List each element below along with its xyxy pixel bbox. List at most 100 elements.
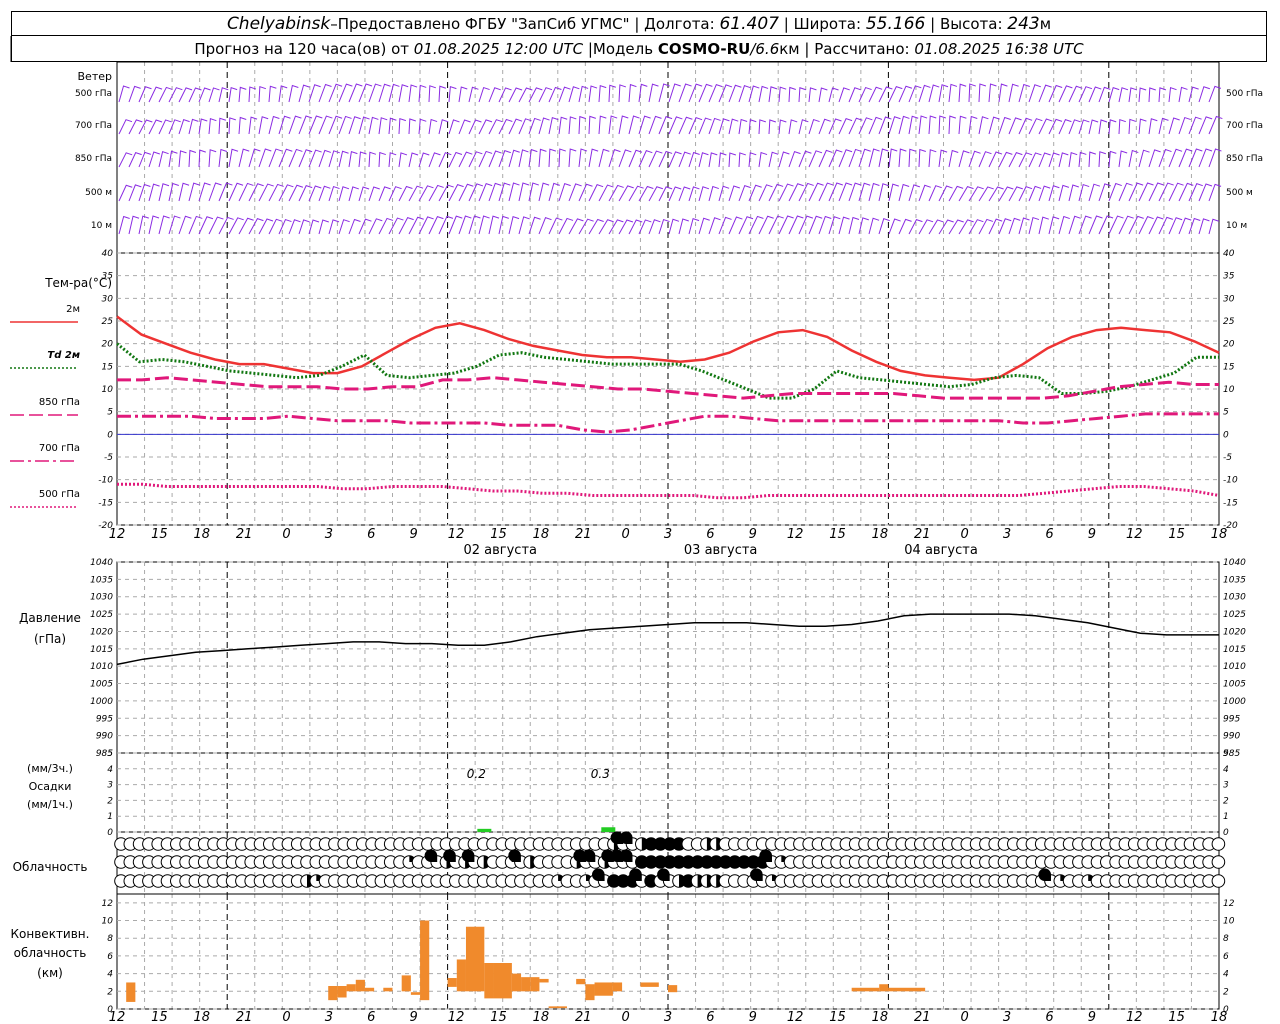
legend-t700: 700 гПа xyxy=(39,443,80,454)
wind-barb xyxy=(1118,87,1129,103)
temp-x-tick: 15 xyxy=(490,527,507,542)
cloud-three-quarter xyxy=(619,849,633,862)
wind-barb xyxy=(598,148,610,168)
wind-barb xyxy=(328,185,340,202)
conv-bar xyxy=(548,1006,567,1009)
wind-barb xyxy=(908,184,921,202)
conv-ylabel-1: Конвективн. xyxy=(11,927,90,941)
temp-tick-left: 15 xyxy=(102,362,114,372)
wind-barb xyxy=(428,152,441,168)
wind-barb xyxy=(1128,87,1138,103)
wind-barb xyxy=(428,184,444,202)
precip-tick-right: 5 xyxy=(1223,749,1229,759)
precip-ylabel-top: (мм/3ч.) xyxy=(27,762,73,775)
wind-barb xyxy=(1018,217,1030,235)
temp-tick-right: 20 xyxy=(1223,340,1235,350)
temp-tick-right: -15 xyxy=(1223,498,1238,508)
wind-barb xyxy=(878,183,890,202)
wind-barb xyxy=(728,152,737,168)
wind-barb xyxy=(928,219,944,235)
temp-x-tick: 0 xyxy=(621,527,629,542)
pressure-tick-right: 1020 xyxy=(1223,627,1246,637)
wind-barb xyxy=(558,217,574,235)
wind-barb xyxy=(148,215,160,235)
wind-barb xyxy=(948,83,958,103)
wind-barb xyxy=(1118,215,1134,235)
wind-barb xyxy=(128,215,140,235)
wind-barb xyxy=(408,216,424,235)
wind-barb xyxy=(258,85,267,103)
wind-barb xyxy=(488,215,500,235)
wind-barb xyxy=(988,186,1004,202)
wind-barb xyxy=(478,215,490,235)
conv-bar xyxy=(576,978,586,985)
wind-barb xyxy=(238,86,247,103)
wind-barb xyxy=(998,186,1014,202)
conv-x-tick: 0 xyxy=(621,1010,629,1024)
wind-barb xyxy=(198,118,208,135)
wind-barb xyxy=(208,87,220,103)
conv-x-tick: 0 xyxy=(961,1010,969,1024)
wind-barb xyxy=(708,117,721,135)
wind-barb xyxy=(978,83,987,103)
wind-barb xyxy=(1068,119,1081,135)
conv-bar xyxy=(530,977,540,992)
wind-barb xyxy=(738,152,746,168)
conv-tick-right: 2 xyxy=(1223,987,1229,997)
temp-x-tick: 9 xyxy=(749,527,757,542)
conv-bar xyxy=(511,973,522,992)
wind-barb xyxy=(688,186,700,202)
conv-bar xyxy=(355,979,365,992)
wind-barb xyxy=(168,215,181,235)
temp-tick-left: -10 xyxy=(98,476,113,486)
wind-barb xyxy=(898,183,910,202)
conv-x-tick: 9 xyxy=(1088,1010,1096,1024)
temp-tick-left: 20 xyxy=(102,340,114,350)
wind-barb xyxy=(218,148,228,168)
wind-barb xyxy=(908,148,917,168)
wind-barb xyxy=(238,182,254,202)
wind-barb xyxy=(628,185,644,202)
wind-barb xyxy=(768,86,778,103)
wind-barb xyxy=(758,119,766,135)
wind-barb xyxy=(918,219,934,235)
wind-barb xyxy=(398,152,408,168)
conv-x-tick: 18 xyxy=(193,1010,210,1024)
pressure-tick-left: 1035 xyxy=(90,575,113,585)
conv-x-tick: 15 xyxy=(151,1010,168,1024)
wind-barb xyxy=(1078,183,1090,202)
wind-barb xyxy=(1028,84,1042,103)
wind-barb xyxy=(608,184,624,202)
wind-barb xyxy=(468,86,479,103)
temp-x-tick: 9 xyxy=(410,527,418,542)
wind-barb xyxy=(1108,86,1120,103)
precip-tick-left: 1 xyxy=(107,812,113,822)
wind-barb xyxy=(988,116,1000,135)
wind-barb xyxy=(1078,151,1087,168)
conv-bar xyxy=(456,959,466,992)
wind-barb xyxy=(828,216,841,235)
wind-barb xyxy=(588,115,597,135)
wind-barb xyxy=(898,115,910,135)
precip-tick-left: 0 xyxy=(107,828,113,838)
wind-barb xyxy=(598,84,607,103)
cloud-ylabel: Облачность xyxy=(13,860,88,874)
precip-label: 0.2 xyxy=(467,767,486,781)
wind-barb xyxy=(1148,216,1164,235)
temp-tick-right: 0 xyxy=(1223,430,1229,440)
temp-x-tick: 15 xyxy=(151,527,168,542)
conv-tick-right: 10 xyxy=(1223,917,1235,927)
pressure-tick-left: 1015 xyxy=(90,645,113,655)
temp-x-tick: 12 xyxy=(1126,527,1143,542)
wind-barb xyxy=(578,115,587,135)
conv-bar xyxy=(888,987,926,992)
conv-x-tick: 6 xyxy=(367,1010,375,1024)
wind-barb xyxy=(808,118,820,135)
wind-barb xyxy=(548,116,559,135)
pressure-tick-left: 990 xyxy=(96,732,113,742)
conv-bar xyxy=(364,987,375,992)
wind-barb xyxy=(1098,151,1106,168)
wind-barb xyxy=(268,85,277,103)
wind-barb xyxy=(1208,115,1223,135)
conv-bar xyxy=(594,982,613,996)
